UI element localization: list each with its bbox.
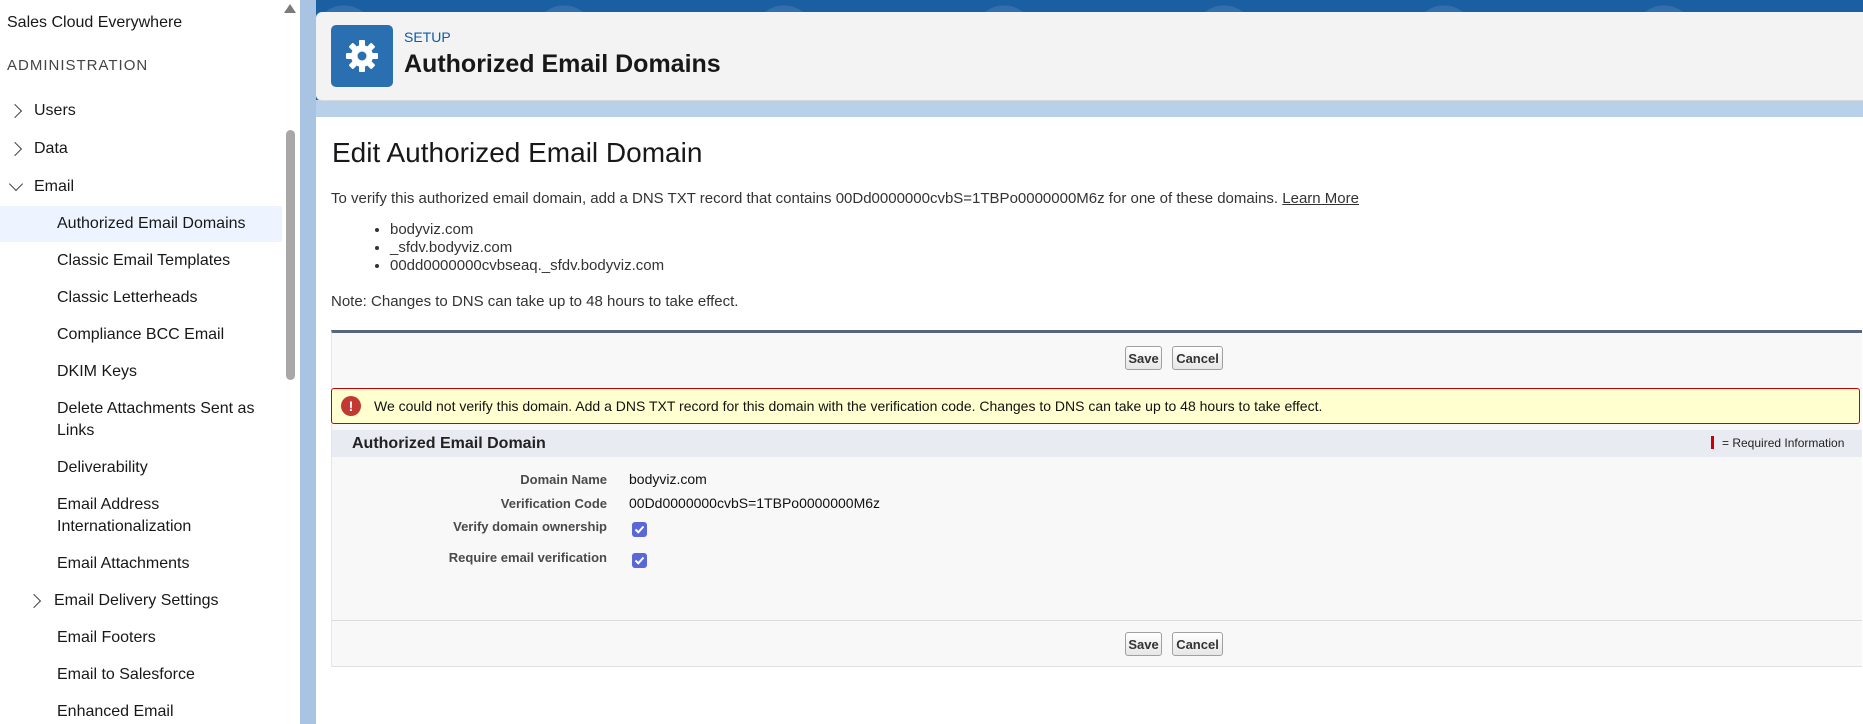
sidebar-section-administration: ADMINISTRATION bbox=[7, 57, 149, 74]
form-divider bbox=[332, 620, 1862, 621]
sidebar-item-email-address-internationalization[interactable]: Email Address Internationalization bbox=[57, 494, 267, 538]
domain-list: bodyviz.com _sfdv.bodyviz.com 00dd000000… bbox=[372, 221, 664, 275]
sidebar-item-sales-cloud-everywhere[interactable]: Sales Cloud Everywhere bbox=[7, 14, 182, 32]
setup-breadcrumb[interactable]: SETUP bbox=[404, 29, 451, 45]
verification-code-label: Verification Code bbox=[500, 496, 607, 511]
sidebar-item-email[interactable]: Email bbox=[34, 176, 74, 198]
verify-ownership-label: Verify domain ownership bbox=[453, 519, 607, 534]
save-button-bottom[interactable]: Save bbox=[1125, 632, 1162, 656]
sidebar-item-classic-email-templates[interactable]: Classic Email Templates bbox=[57, 250, 267, 272]
setup-header: SETUP Authorized Email Domains bbox=[316, 12, 1863, 101]
require-verification-checkbox[interactable] bbox=[632, 553, 647, 568]
checkmark-icon bbox=[634, 556, 645, 565]
sidebar-item-deliverability[interactable]: Deliverability bbox=[57, 457, 267, 479]
sidebar-item-email-to-salesforce[interactable]: Email to Salesforce bbox=[57, 664, 267, 686]
verify-instructions-text: To verify this authorized email domain, … bbox=[331, 190, 1279, 207]
sidebar-item-authorized-email-domains[interactable]: Authorized Email Domains bbox=[57, 213, 267, 235]
edit-heading: Edit Authorized Email Domain bbox=[332, 137, 703, 168]
save-button[interactable]: Save bbox=[1125, 346, 1162, 370]
dns-note: Note: Changes to DNS can take up to 48 h… bbox=[331, 293, 739, 310]
required-indicator bbox=[1711, 436, 1714, 449]
verification-code-value: 00Dd0000000cvbS=1TBPo0000000M6z bbox=[629, 495, 881, 511]
sidebar-item-email-delivery-settings[interactable]: Email Delivery Settings bbox=[54, 590, 219, 612]
main-left-edge bbox=[300, 0, 316, 724]
section-header: Authorized Email Domain = Required Infor… bbox=[332, 430, 1862, 457]
sidebar-item-dkim-keys[interactable]: DKIM Keys bbox=[57, 361, 267, 383]
sidebar-item-email-footers[interactable]: Email Footers bbox=[57, 627, 267, 649]
setup-sidebar: Sales Cloud Everywhere ADMINISTRATION Us… bbox=[0, 0, 300, 724]
sidebar-item-classic-letterheads[interactable]: Classic Letterheads bbox=[57, 287, 267, 309]
error-message-text: We could not verify this domain. Add a D… bbox=[374, 398, 1323, 414]
page-title: Authorized Email Domains bbox=[404, 50, 721, 78]
list-item: _sfdv.bodyviz.com bbox=[390, 239, 664, 257]
required-info-legend: = Required Information bbox=[1722, 436, 1845, 450]
gear-icon bbox=[346, 40, 378, 72]
chevron-right-icon[interactable] bbox=[26, 593, 42, 609]
sidebar-item-delete-attachments[interactable]: Delete Attachments Sent as Links bbox=[57, 398, 267, 442]
sidebar-scrollbar-thumb[interactable] bbox=[286, 130, 295, 380]
sidebar-item-compliance-bcc-email[interactable]: Compliance BCC Email bbox=[57, 324, 267, 346]
learn-more-link[interactable]: Learn More bbox=[1282, 190, 1359, 207]
cancel-button-bottom[interactable]: Cancel bbox=[1172, 632, 1223, 656]
sidebar-item-email-attachments[interactable]: Email Attachments bbox=[57, 553, 267, 575]
domain-name-label: Domain Name bbox=[520, 472, 607, 487]
verify-ownership-checkbox[interactable] bbox=[632, 522, 647, 537]
sidebar-item-enhanced-email[interactable]: Enhanced Email bbox=[57, 701, 267, 723]
content-panel: Edit Authorized Email Domain To verify t… bbox=[316, 117, 1863, 724]
chevron-right-icon[interactable] bbox=[7, 141, 23, 157]
list-item: bodyviz.com bbox=[390, 221, 664, 239]
scroll-up-arrow[interactable] bbox=[284, 4, 296, 13]
domain-name-value: bodyviz.com bbox=[629, 471, 707, 487]
sidebar-item-data[interactable]: Data bbox=[34, 138, 68, 160]
chevron-down-icon[interactable] bbox=[8, 176, 24, 192]
error-message-box: ! We could not verify this domain. Add a… bbox=[331, 388, 1860, 424]
checkmark-icon bbox=[634, 525, 645, 534]
error-icon: ! bbox=[341, 396, 361, 416]
cancel-button[interactable]: Cancel bbox=[1172, 346, 1223, 370]
verify-instructions: To verify this authorized email domain, … bbox=[331, 190, 1359, 207]
require-verification-label: Require email verification bbox=[448, 550, 607, 565]
sidebar-item-users[interactable]: Users bbox=[34, 100, 76, 122]
edit-form: Save Cancel ! We could not verify this d… bbox=[331, 330, 1862, 667]
chevron-right-icon[interactable] bbox=[7, 103, 23, 119]
section-title: Authorized Email Domain bbox=[352, 435, 546, 452]
list-item: 00dd0000000cvbseaq._sfdv.bodyviz.com bbox=[390, 257, 664, 275]
header-icon-box bbox=[331, 25, 393, 87]
